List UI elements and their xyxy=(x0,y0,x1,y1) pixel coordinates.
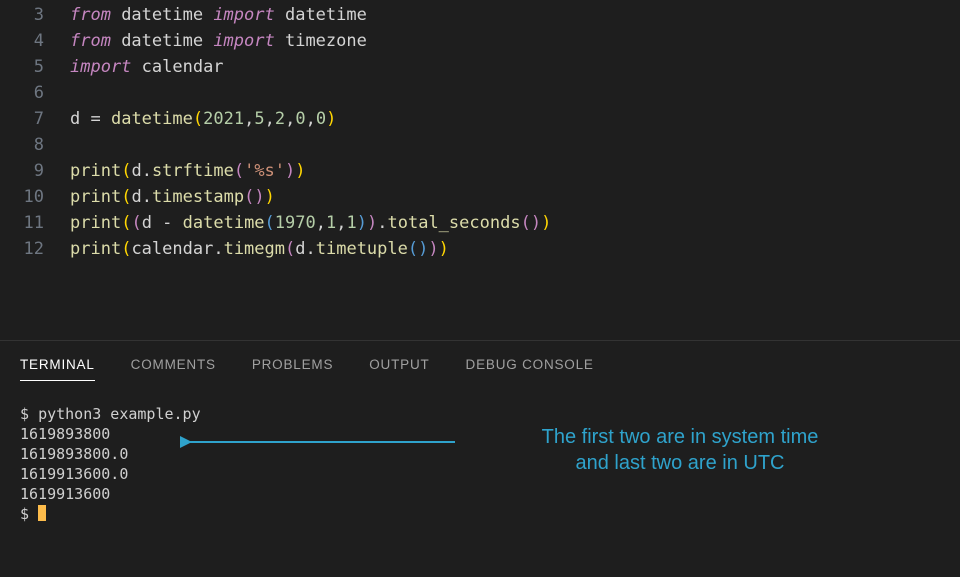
code-line[interactable]: print(calendar.timegm(d.timetuple())) xyxy=(70,236,960,262)
terminal-command-line: $ python3 example.py xyxy=(20,404,940,424)
line-number: 9 xyxy=(0,158,44,184)
annotation-arrow-icon xyxy=(180,432,460,452)
prompt-glyph: $ xyxy=(20,405,38,423)
code-editor[interactable]: 3456789101112 from datetime import datet… xyxy=(0,0,960,340)
annotation-line-1: The first two are in system time xyxy=(460,424,900,450)
code-line[interactable]: from datetime import datetime xyxy=(70,2,960,28)
line-number: 8 xyxy=(0,132,44,158)
tab-problems[interactable]: PROBLEMS xyxy=(252,357,333,380)
code-line[interactable]: print((d - datetime(1970,1,1)).total_sec… xyxy=(70,210,960,236)
line-number: 6 xyxy=(0,80,44,106)
line-number: 11 xyxy=(0,210,44,236)
panel-tabs: TERMINAL COMMENTS PROBLEMS OUTPUT DEBUG … xyxy=(20,357,940,386)
line-number: 7 xyxy=(0,106,44,132)
code-line[interactable]: print(d.strftime('%s')) xyxy=(70,158,960,184)
code-line[interactable]: from datetime import timezone xyxy=(70,28,960,54)
line-number: 4 xyxy=(0,28,44,54)
line-number: 5 xyxy=(0,54,44,80)
line-number: 12 xyxy=(0,236,44,262)
annotation-text: The first two are in system time and las… xyxy=(460,424,900,476)
bottom-panel: TERMINAL COMMENTS PROBLEMS OUTPUT DEBUG … xyxy=(0,341,960,534)
line-number: 10 xyxy=(0,184,44,210)
tab-debug-console[interactable]: DEBUG CONSOLE xyxy=(466,357,594,380)
terminal-output-line: 1619913600 xyxy=(20,484,940,504)
code-line[interactable]: import calendar xyxy=(70,54,960,80)
code-line[interactable] xyxy=(70,80,960,106)
line-number: 3 xyxy=(0,2,44,28)
terminal-body[interactable]: $ python3 example.py 1619893800161989380… xyxy=(20,404,940,524)
tab-terminal[interactable]: TERMINAL xyxy=(20,357,95,380)
code-area[interactable]: from datetime import datetimefrom dateti… xyxy=(70,2,960,340)
terminal-cursor-icon xyxy=(38,505,46,521)
terminal-command: python3 example.py xyxy=(38,405,201,423)
code-line[interactable]: print(d.timestamp()) xyxy=(70,184,960,210)
tab-comments[interactable]: COMMENTS xyxy=(131,357,216,380)
code-line[interactable]: d = datetime(2021,5,2,0,0) xyxy=(70,106,960,132)
prompt-glyph: $ xyxy=(20,505,38,523)
line-number-gutter: 3456789101112 xyxy=(0,2,70,340)
tab-output[interactable]: OUTPUT xyxy=(369,357,429,380)
annotation-line-2: and last two are in UTC xyxy=(460,450,900,476)
code-line[interactable] xyxy=(70,132,960,158)
terminal-prompt-line: $ xyxy=(20,504,940,524)
